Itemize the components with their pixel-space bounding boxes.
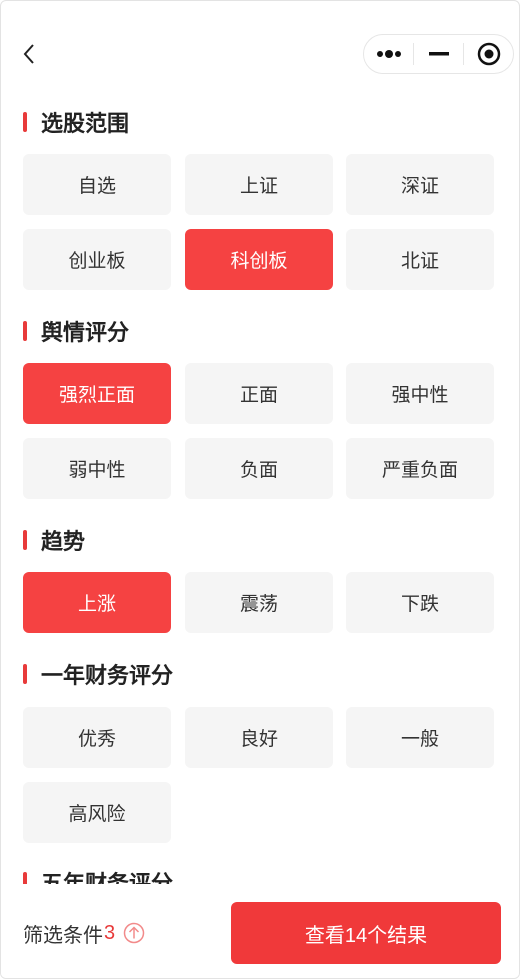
option-label: 北证 [400, 251, 439, 272]
option-label: 下跌 [400, 594, 439, 615]
option-trend-0[interactable]: 上涨 [23, 572, 171, 633]
title-accent-bar [23, 321, 27, 341]
option-label: 创业板 [68, 251, 126, 272]
option-sentiment-2[interactable]: 强中性 [346, 363, 494, 424]
option-label: 负面 [239, 460, 278, 481]
option-fin1y-0[interactable]: 优秀 [23, 707, 171, 768]
option-sentiment-4[interactable]: 负面 [185, 438, 333, 499]
view-results-button[interactable]: 查看14个结果 [231, 902, 501, 964]
option-scope-0[interactable]: 自选 [23, 154, 171, 215]
option-trend-2[interactable]: 下跌 [346, 572, 494, 633]
option-label: 严重负面 [381, 460, 458, 481]
option-scope-1[interactable]: 上证 [185, 154, 333, 215]
section-title-text: 舆情评分 [41, 320, 130, 345]
app-window: 选股范围 自选 上证 深证 创业板 科创板 北证 舆情评分 强烈正面 正面 强中… [0, 0, 520, 979]
chevron-left-icon [23, 44, 34, 64]
option-label: 优秀 [77, 729, 116, 750]
option-trend-1[interactable]: 震荡 [185, 572, 333, 633]
view-results-label: 查看14个结果 [304, 924, 428, 947]
title-accent-bar [23, 872, 27, 884]
section-title-trend: 趋势 [23, 525, 85, 555]
option-sentiment-1[interactable]: 正面 [185, 363, 333, 424]
minus-icon [428, 52, 449, 56]
more-dots-icon [376, 50, 401, 58]
option-label: 震荡 [239, 594, 278, 615]
nav-bar [1, 1, 519, 101]
option-label: 正面 [239, 385, 278, 406]
option-fin1y-1[interactable]: 良好 [185, 707, 333, 768]
conditions-label: 筛选条件 [23, 924, 103, 947]
option-label: 深证 [400, 176, 439, 197]
option-scope-3[interactable]: 创业板 [23, 229, 171, 290]
option-label: 上证 [239, 176, 278, 197]
option-label: 高风险 [68, 804, 126, 825]
mini-program-capsule [363, 34, 514, 74]
option-fin1y-2[interactable]: 一般 [346, 707, 494, 768]
option-label: 自选 [77, 176, 116, 197]
minimize-button[interactable] [414, 35, 463, 73]
conditions-count: 3 [104, 921, 116, 944]
more-button[interactable] [364, 35, 413, 73]
option-label: 弱中性 [68, 460, 126, 481]
option-scope-2[interactable]: 深证 [346, 154, 494, 215]
option-sentiment-5[interactable]: 严重负面 [346, 438, 494, 499]
option-label: 一般 [400, 729, 439, 750]
section-title-text: 五年财务评分 [41, 871, 174, 884]
footer-bar: 筛选条件 3 查看14个结果 [1, 884, 519, 978]
section-title-scope: 选股范围 [23, 107, 129, 137]
option-sentiment-0[interactable]: 强烈正面 [23, 363, 171, 424]
title-accent-bar [23, 664, 27, 684]
section-title-text: 选股范围 [41, 111, 130, 136]
close-button[interactable] [464, 35, 513, 73]
section-title-text: 一年财务评分 [41, 663, 174, 688]
option-label: 上涨 [77, 594, 116, 615]
title-accent-bar [23, 112, 27, 132]
option-label: 强烈正面 [58, 385, 135, 406]
option-sentiment-3[interactable]: 弱中性 [23, 438, 171, 499]
arrow-up-circle-icon [123, 922, 145, 944]
option-label: 强中性 [391, 385, 449, 406]
title-accent-bar [23, 530, 27, 550]
section-title-text: 趋势 [41, 529, 86, 554]
option-scope-5[interactable]: 北证 [346, 229, 494, 290]
section-title-fin-1y: 一年财务评分 [23, 659, 173, 689]
target-close-icon [477, 42, 500, 66]
option-scope-4[interactable]: 科创板 [185, 229, 333, 290]
back-button[interactable] [15, 39, 43, 69]
section-title-fin-5y: 五年财务评分 [23, 867, 173, 884]
option-label: 科创板 [230, 251, 288, 272]
section-title-sentiment: 舆情评分 [23, 316, 129, 346]
filter-content[interactable]: 选股范围 自选 上证 深证 创业板 科创板 北证 舆情评分 强烈正面 正面 强中… [1, 101, 519, 884]
filter-conditions-toggle[interactable]: 筛选条件 3 [23, 918, 145, 948]
option-fin1y-3[interactable]: 高风险 [23, 782, 171, 843]
option-label: 良好 [239, 729, 278, 750]
